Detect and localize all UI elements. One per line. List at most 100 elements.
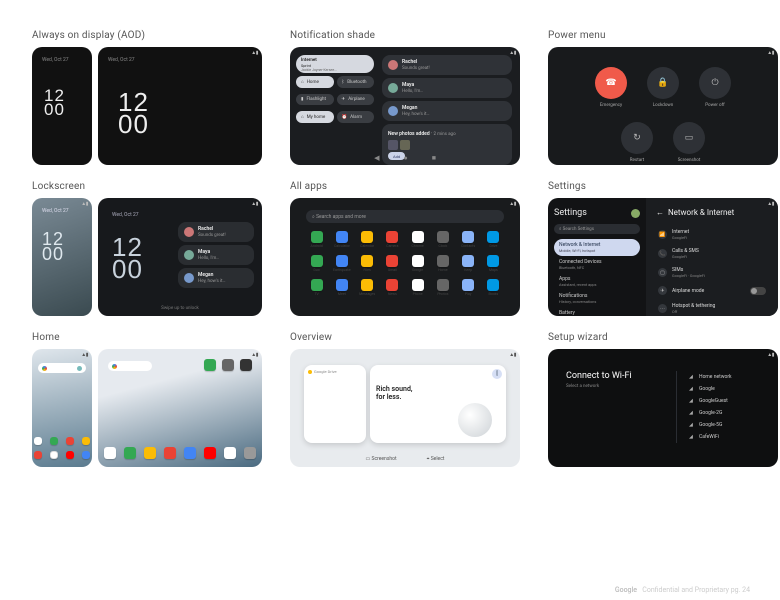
settings-search[interactable]: ⌕ Search Settings xyxy=(554,224,640,234)
app-google[interactable]: Google xyxy=(407,255,428,272)
notification[interactable]: RachelSounds great! xyxy=(178,222,254,242)
settings-pane-item[interactable]: ✈Airplane mode xyxy=(656,282,768,299)
app-icon[interactable] xyxy=(144,447,156,459)
settings-pane-item[interactable]: ▢SIMsGoogleFi · GoogleFi xyxy=(656,263,768,282)
settings-nav-item[interactable]: NotificationsHistory, conversations xyxy=(554,290,640,307)
settings-nav-item[interactable]: Battery100% xyxy=(554,307,640,316)
profile-avatar[interactable] xyxy=(631,209,640,218)
select-action[interactable]: ⌖ Select xyxy=(427,456,445,462)
aod-phone: Wed, Oct 27 1200 xyxy=(32,47,92,165)
lock-date: Wed, Oct 27 xyxy=(112,212,139,218)
wifi-network[interactable]: ◢ Home network xyxy=(689,371,760,383)
app-icon[interactable] xyxy=(224,447,236,459)
search-bar[interactable] xyxy=(38,363,86,373)
settings-pane-item[interactable]: 📶InternetGoogleFi xyxy=(656,225,768,244)
app-books[interactable]: Books xyxy=(483,279,504,296)
app-phone[interactable]: Phone xyxy=(407,279,428,296)
app-android[interactable]: Android xyxy=(306,231,327,248)
search-bar[interactable] xyxy=(108,361,152,371)
app-calendar[interactable]: Calendar xyxy=(357,231,378,248)
app-chrome[interactable]: Chrome xyxy=(407,231,428,248)
power-screenshot[interactable]: ▭Screenshot xyxy=(670,122,708,163)
app-icon[interactable] xyxy=(66,437,74,445)
app-icon[interactable] xyxy=(104,447,116,459)
wifi-network[interactable]: ◢ CafeWiFi xyxy=(689,431,760,443)
app-icon[interactable] xyxy=(124,447,136,459)
app-photos[interactable]: Photos xyxy=(432,279,453,296)
wifi-network[interactable]: ◢ Google xyxy=(689,383,760,395)
aod-clock: 1200 xyxy=(44,89,65,118)
settings-nav-item[interactable]: Network & InternetMobile, Wi-Fi, hotspot xyxy=(554,239,640,256)
qs-airplane[interactable]: ✈Airplane xyxy=(337,94,375,105)
app-home[interactable]: Home xyxy=(432,255,453,272)
app-gmail[interactable]: Gmail xyxy=(382,255,403,272)
app-calculator[interactable]: Calculator xyxy=(331,231,352,248)
power-lockdown[interactable]: 🔒Lockdown xyxy=(644,67,682,108)
home-icon[interactable]: ● xyxy=(403,154,407,162)
app-icon[interactable] xyxy=(204,359,216,371)
notification[interactable]: MeganHey, how's it… xyxy=(178,268,254,288)
app-icon[interactable] xyxy=(82,437,90,445)
app-icon[interactable] xyxy=(204,447,216,459)
settings-nav-item[interactable]: Connected DevicesBluetooth, NFC xyxy=(554,256,640,273)
app-maps[interactable]: Maps xyxy=(483,255,504,272)
app-news[interactable]: News xyxy=(382,279,403,296)
app-icon[interactable] xyxy=(66,451,74,459)
app-icon[interactable] xyxy=(222,359,234,371)
settings-nav: Settings ⌕ Search Settings Network & Int… xyxy=(548,198,646,316)
notification[interactable]: MeganHey, how's it… xyxy=(382,101,512,121)
recent-card[interactable]: ⫿ Rich sound, for less. xyxy=(370,365,506,443)
app-tv[interactable]: TV xyxy=(306,279,327,296)
qs-home[interactable]: ⌂Home xyxy=(296,76,334,88)
cell-overview: Overview ▲▮ Google Drive ⫿ Rich sound, f… xyxy=(290,332,520,467)
app-icon[interactable] xyxy=(50,451,58,459)
app-keep[interactable]: Keep xyxy=(458,255,479,272)
app-icon[interactable] xyxy=(164,447,176,459)
wifi-network[interactable]: ◢ Google-5G xyxy=(689,419,760,431)
notification[interactable]: RachelSounds great! xyxy=(382,55,512,75)
power-off[interactable]: ⏻Power off xyxy=(696,67,734,108)
search-input[interactable]: ⌕ Search apps and more xyxy=(306,210,504,223)
section-label: Notification shade xyxy=(290,30,520,41)
notification[interactable]: MayaHello, I'm… xyxy=(382,78,512,98)
gallery-grid: Always on display (AOD) Wed, Oct 27 1200… xyxy=(0,0,780,475)
recent-card[interactable]: Google Drive xyxy=(304,365,366,443)
recents-icon[interactable]: ■ xyxy=(432,154,436,162)
qs-alarm[interactable]: ⏰Alarm xyxy=(337,111,375,123)
qs-myhome[interactable]: ⌂My home xyxy=(296,111,334,123)
app-play[interactable]: Play xyxy=(458,279,479,296)
app-messages[interactable]: Messages xyxy=(357,279,378,296)
app-icon[interactable] xyxy=(244,447,256,459)
power-restart[interactable]: ↻Restart xyxy=(618,122,656,163)
settings-pane-item[interactable]: ⋯Hotspot & tetheringOff xyxy=(656,299,768,316)
qs-bluetooth[interactable]: ᛒBluetooth xyxy=(337,76,375,88)
app-icon[interactable] xyxy=(50,437,58,445)
app-clock[interactable]: Clock xyxy=(432,231,453,248)
qs-internet[interactable]: Internet Sprint Jackie Joyner-Kersee… xyxy=(296,55,374,73)
settings-pane-item[interactable]: 📞Calls & SMSGoogleFi xyxy=(656,244,768,263)
wifi-network[interactable]: ◢ Google-2G xyxy=(689,407,760,419)
app-contacts[interactable]: Contacts xyxy=(458,231,479,248)
settings-nav-item[interactable]: AppsAssistant, recent apps xyxy=(554,273,640,290)
app-icon[interactable] xyxy=(34,437,42,445)
screenshot-action[interactable]: ▭ Screenshot xyxy=(366,456,397,462)
app-icon[interactable] xyxy=(34,451,42,459)
app-meet[interactable]: Meet xyxy=(331,279,352,296)
app-files[interactable]: Files xyxy=(357,255,378,272)
app-camera[interactable]: Camera xyxy=(382,231,403,248)
app-icon[interactable] xyxy=(184,447,196,459)
wizard-tablet: ▲▮ Connect to Wi-Fi Select a network ◢ H… xyxy=(548,349,778,467)
app-drive[interactable]: Drive xyxy=(483,231,504,248)
app-earthquake[interactable]: Earthquake xyxy=(331,255,352,272)
qs-flashlight[interactable]: ▮Flashlight xyxy=(296,94,334,105)
notification[interactable]: MayaHello, I'm… xyxy=(178,245,254,265)
wifi-network[interactable]: ◢ GoogleGuest xyxy=(689,395,760,407)
app-icon[interactable] xyxy=(240,359,252,371)
cell-settings: Settings ▲▮ Settings ⌕ Search Settings N… xyxy=(548,181,778,316)
app-duo[interactable]: Duo xyxy=(306,255,327,272)
toggle[interactable] xyxy=(750,287,766,295)
back-icon[interactable]: ◀ xyxy=(374,154,379,162)
app-icon[interactable] xyxy=(82,451,90,459)
split-icon[interactable]: ⫿ xyxy=(492,369,502,379)
power-emergency[interactable]: ☎Emergency xyxy=(592,67,630,108)
